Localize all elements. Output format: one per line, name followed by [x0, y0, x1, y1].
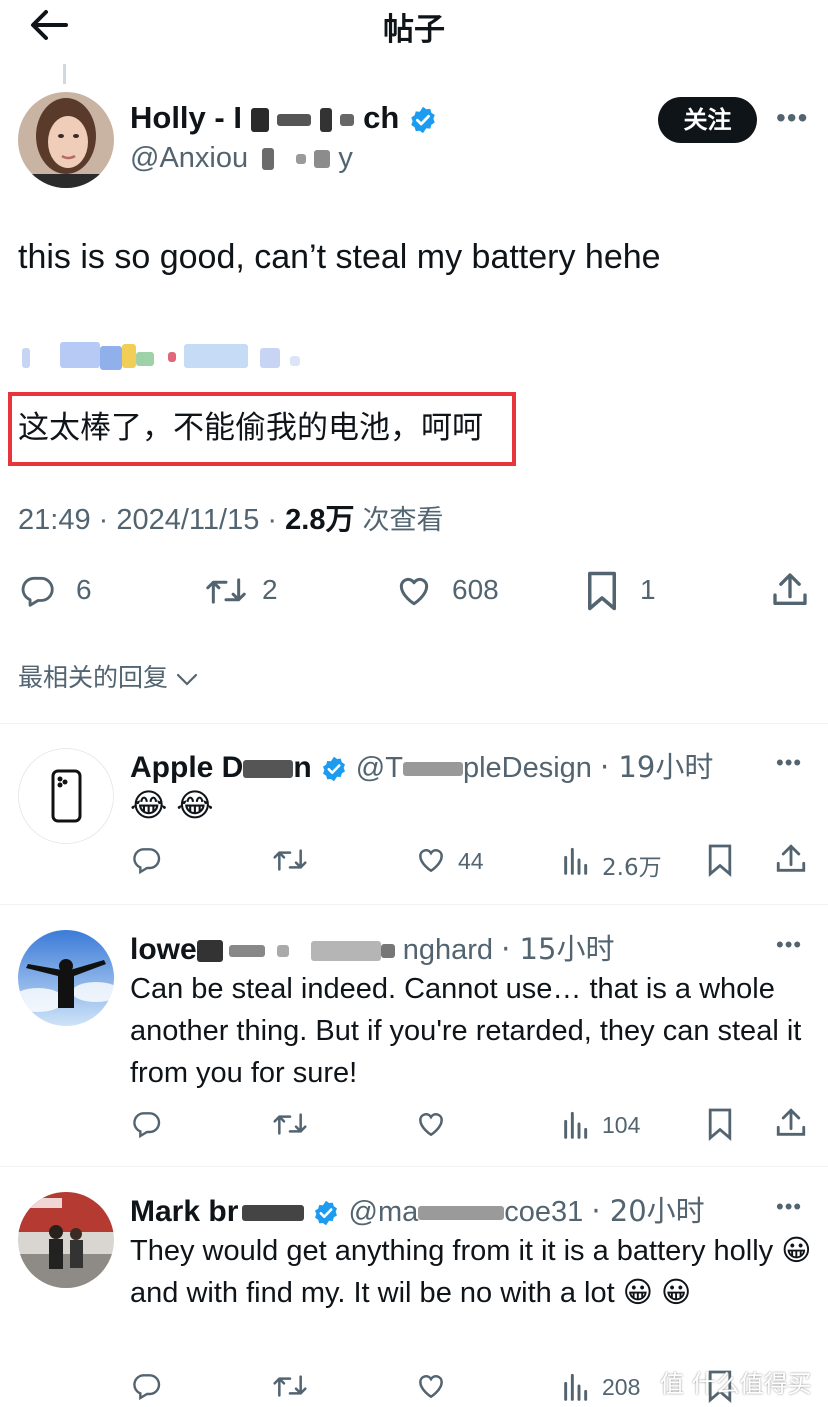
share-icon[interactable] — [774, 842, 808, 876]
author-handle[interactable]: @Anxiou y — [130, 142, 353, 175]
tweet-text: this is so good, can’t steal my battery … — [18, 238, 661, 276]
reply-icon[interactable] — [130, 844, 164, 876]
like-count: 608 — [452, 574, 499, 605]
reply-author-name[interactable]: Mark br — [130, 1195, 238, 1228]
repost-icon[interactable] — [272, 1370, 308, 1402]
views-chart-icon[interactable] — [560, 844, 590, 876]
post-date: 2024/11/15 — [116, 504, 260, 536]
reply-text: 😂 😂 — [130, 787, 214, 823]
divider — [0, 723, 828, 724]
follow-button[interactable]: 关注 — [658, 97, 757, 143]
redaction-mosaic — [242, 1205, 305, 1222]
like-heart-icon[interactable] — [414, 844, 448, 876]
reply-icon[interactable] — [18, 572, 58, 610]
verified-badge-icon — [411, 106, 435, 133]
reply-time: · 20小时 — [591, 1194, 705, 1228]
site-watermark: 值 什么值得买 — [660, 1370, 812, 1398]
redaction-mosaic — [228, 945, 265, 958]
reply-header: Mark br @ma coe31 · 20小时 — [130, 1188, 705, 1230]
more-options-icon[interactable]: ••• — [776, 750, 802, 776]
author-handle-text: @Anxiou — [130, 142, 249, 174]
reply-count: 6 — [76, 574, 92, 605]
bookmark-icon[interactable] — [706, 1106, 734, 1142]
bookmark-icon[interactable] — [706, 842, 734, 878]
redaction-mosaic — [196, 940, 223, 963]
redaction-mosaic — [310, 941, 381, 962]
divider — [0, 1166, 828, 1167]
reply-sort-dropdown[interactable]: 最相关的回复 — [18, 658, 198, 694]
more-options-icon[interactable]: ••• — [776, 1194, 802, 1220]
repost-icon[interactable] — [272, 844, 308, 876]
author-avatar[interactable] — [18, 92, 114, 188]
reply-text: They would get anything from it it is a … — [130, 1235, 812, 1309]
post-time: 21:49 — [18, 504, 91, 536]
reply-avatar[interactable] — [18, 1192, 114, 1288]
redaction-mosaic — [276, 945, 289, 958]
thread-line — [63, 64, 66, 84]
reply-header: Apple D n @T pleDesign · 19小时 — [130, 744, 713, 786]
share-icon[interactable] — [770, 570, 810, 610]
view-count: 208 — [602, 1374, 641, 1400]
author-name-tail: ch — [363, 100, 400, 135]
reply-sort-label: 最相关的回复 — [18, 663, 169, 692]
view-count-label: 次查看 — [362, 505, 444, 536]
reply-handle[interactable]: @ma — [349, 1196, 419, 1228]
author-name[interactable]: Holly - I ch — [130, 100, 438, 136]
verified-badge-icon — [322, 757, 345, 782]
reply-handle[interactable]: nghard — [403, 934, 493, 966]
redaction-mosaic — [340, 113, 355, 126]
like-heart-icon[interactable] — [414, 1108, 448, 1140]
post-meta: 21:49 · 2024/11/15 · 2.8万 次查看 — [18, 504, 444, 536]
reply-handle[interactable]: @T — [356, 752, 403, 784]
reply-author-name[interactable]: lowe — [130, 933, 197, 966]
bookmark-count: 1 — [640, 574, 656, 605]
verified-badge-icon — [315, 1201, 338, 1226]
reply-avatar[interactable] — [18, 930, 114, 1026]
redaction-mosaic — [250, 107, 269, 132]
like-count: 44 — [458, 848, 484, 874]
views-chart-icon[interactable] — [560, 1370, 590, 1402]
reply-handle-tail: coe31 — [504, 1196, 584, 1228]
redaction-mosaic — [243, 760, 294, 779]
reply-header: lowe nghard · 15小时 — [130, 926, 614, 968]
view-count: 2.8万 — [285, 504, 355, 536]
more-options-icon[interactable]: ••• — [776, 932, 802, 958]
reply-time: · 15小时 — [501, 932, 615, 966]
reply-author-name[interactable]: Apple D — [130, 751, 243, 784]
repost-icon[interactable] — [204, 572, 248, 610]
views-chart-icon[interactable] — [560, 1108, 590, 1140]
reply-time: · 19小时 — [600, 750, 714, 784]
translated-text: 这太棒了，不能偷我的电池，呵呵 — [18, 410, 483, 446]
repost-icon[interactable] — [272, 1108, 308, 1140]
bookmark-icon[interactable] — [584, 570, 620, 612]
redaction-mosaic — [314, 150, 331, 169]
author-name-text: Holly - I — [130, 100, 242, 135]
reply-author-name-tail: n — [293, 751, 312, 784]
redaction-mosaic — [277, 113, 312, 126]
author-handle-tail: y — [338, 142, 353, 174]
reply-avatar[interactable] — [18, 748, 114, 844]
reply-icon[interactable] — [130, 1108, 164, 1140]
reply-text: Can be steal indeed. Cannot use… that is… — [130, 973, 802, 1089]
redaction-mosaic — [296, 154, 307, 165]
view-count: 104 — [602, 1112, 641, 1138]
like-heart-icon[interactable] — [414, 1370, 448, 1402]
redaction-mosaic — [262, 148, 275, 171]
more-options-icon[interactable]: ••• — [776, 102, 808, 134]
redaction-mosaic — [402, 762, 463, 777]
redaction-mosaic — [380, 944, 395, 959]
divider — [0, 904, 828, 905]
repost-count: 2 — [262, 574, 278, 605]
share-icon[interactable] — [774, 1106, 808, 1140]
redaction-mosaic — [418, 1206, 505, 1221]
view-count: 2.6万 — [602, 855, 662, 881]
reply-handle-tail: pleDesign — [462, 752, 592, 784]
translate-link-redacted[interactable] — [18, 340, 308, 370]
chevron-down-icon — [176, 673, 198, 686]
redaction-mosaic — [319, 107, 332, 132]
reply-icon[interactable] — [130, 1370, 164, 1402]
like-heart-icon[interactable] — [394, 572, 434, 610]
page-title: 帖子 — [383, 12, 445, 48]
